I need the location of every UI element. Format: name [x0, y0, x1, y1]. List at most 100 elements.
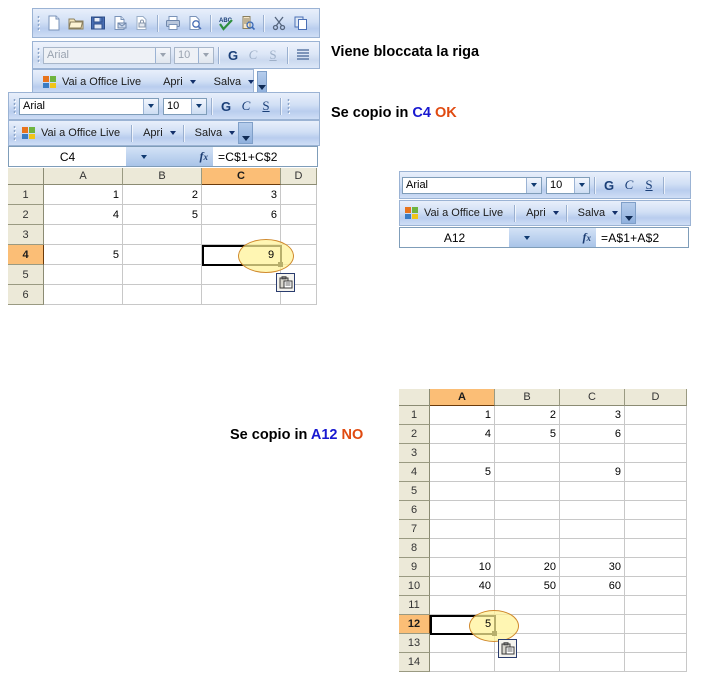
new-document-icon[interactable] [43, 13, 65, 34]
font-name-combo[interactable]: Arial [19, 97, 159, 115]
paste-options-clipboard-icon[interactable] [498, 639, 517, 658]
open-menu-button-right[interactable]: Apri [519, 206, 562, 220]
cell-c1[interactable]: 3 [202, 185, 281, 205]
bold-button[interactable]: G [216, 97, 236, 116]
cell-a2[interactable]: 4 [430, 425, 495, 444]
column-header-d[interactable]: D [625, 389, 687, 406]
chevron-down-icon[interactable] [526, 177, 541, 193]
toolbar-grip[interactable] [13, 98, 16, 114]
cell-b6[interactable] [495, 501, 560, 520]
cell-c7[interactable] [560, 520, 625, 539]
cell-d2[interactable] [281, 205, 317, 225]
cell-d1[interactable] [625, 406, 687, 425]
save-disk-icon[interactable] [87, 13, 109, 34]
cell-b7[interactable] [495, 520, 560, 539]
font-size-combo[interactable]: 10 [163, 97, 207, 115]
cell-a6[interactable] [44, 285, 123, 305]
research-icon[interactable] [237, 13, 259, 34]
cell-b1[interactable]: 2 [123, 185, 202, 205]
name-box-dropdown-icon[interactable] [126, 146, 162, 167]
cell-b2[interactable]: 5 [495, 425, 560, 444]
cell-b4[interactable] [495, 463, 560, 482]
font-name-combo-right[interactable]: Arial [402, 176, 542, 194]
formula-input-right[interactable]: =A$1+A$2 [596, 227, 689, 248]
font-size-combo-right[interactable]: 10 [546, 176, 590, 194]
row-header-4[interactable]: 4 [8, 245, 44, 265]
email-icon[interactable] [109, 13, 131, 34]
cell-a13[interactable] [430, 634, 495, 653]
cell-b5[interactable] [123, 265, 202, 285]
cell-b4[interactable] [123, 245, 202, 265]
cell-a2[interactable]: 4 [44, 205, 123, 225]
insert-function-icon[interactable]: fx [162, 146, 213, 167]
save-menu-button-right[interactable]: Salva [571, 206, 622, 220]
cell-c1[interactable]: 3 [560, 406, 625, 425]
cell-b10[interactable]: 50 [495, 577, 560, 596]
toolbar-grip[interactable] [13, 125, 16, 141]
row-header-4[interactable]: 4 [399, 463, 430, 482]
select-all-corner[interactable] [399, 389, 430, 406]
row-header-12[interactable]: 12 [399, 615, 430, 634]
formula-input-left[interactable]: =C$1+C$2 [213, 146, 318, 167]
underline-button-right[interactable]: S [639, 176, 659, 195]
cell-a3[interactable] [44, 225, 123, 245]
select-all-corner[interactable] [8, 168, 44, 185]
row-header-3[interactable]: 3 [8, 225, 44, 245]
cell-b12[interactable] [495, 615, 560, 634]
paste-options-clipboard-icon[interactable] [276, 273, 295, 292]
row-header-5[interactable]: 5 [8, 265, 44, 285]
cell-b11[interactable] [495, 596, 560, 615]
toolbar-grip[interactable] [37, 47, 40, 63]
cell-a4[interactable]: 5 [430, 463, 495, 482]
cell-c2[interactable]: 6 [560, 425, 625, 444]
cell-a8[interactable] [430, 539, 495, 558]
italic-button-right[interactable]: C [619, 176, 639, 195]
cell-d9[interactable] [625, 558, 687, 577]
cell-d7[interactable] [625, 520, 687, 539]
cell-c3[interactable] [202, 225, 281, 245]
cell-b9[interactable]: 20 [495, 558, 560, 577]
toolbar-grip[interactable] [37, 15, 40, 31]
cell-d3[interactable] [625, 444, 687, 463]
go-to-office-live-button-right[interactable]: Vai a Office Live [402, 205, 510, 221]
cell-a11[interactable] [430, 596, 495, 615]
cell-a5[interactable] [430, 482, 495, 501]
column-header-a[interactable]: A [430, 389, 495, 406]
cell-d3[interactable] [281, 225, 317, 245]
cell-c13[interactable] [560, 634, 625, 653]
cell-b2[interactable]: 5 [123, 205, 202, 225]
cell-c5[interactable] [560, 482, 625, 501]
cut-scissors-icon[interactable] [268, 13, 290, 34]
cell-c5[interactable] [202, 265, 281, 285]
cell-c6[interactable] [560, 501, 625, 520]
row-header-2[interactable]: 2 [399, 425, 430, 444]
cell-d8[interactable] [625, 539, 687, 558]
cell-c4[interactable]: 9 [560, 463, 625, 482]
cell-d1[interactable] [281, 185, 317, 205]
spellcheck-icon[interactable]: ABC [215, 13, 237, 34]
cell-b6[interactable] [123, 285, 202, 305]
chevron-down-icon[interactable] [191, 98, 206, 114]
save-menu-button[interactable]: Salva [207, 75, 258, 89]
row-header-2[interactable]: 2 [8, 205, 44, 225]
cell-d2[interactable] [625, 425, 687, 444]
cell-d10[interactable] [625, 577, 687, 596]
row-header-11[interactable]: 11 [399, 596, 430, 615]
open-folder-icon[interactable] [65, 13, 87, 34]
cell-d4[interactable] [281, 245, 317, 265]
cell-c14[interactable] [560, 653, 625, 672]
toolbar-overflow-button[interactable] [238, 122, 254, 144]
cell-a5[interactable] [44, 265, 123, 285]
cell-c8[interactable] [560, 539, 625, 558]
copy-icon[interactable] [290, 13, 312, 34]
cell-d12[interactable] [625, 615, 687, 634]
cell-a4[interactable]: 5 [44, 245, 123, 265]
cell-a14[interactable] [430, 653, 495, 672]
cell-a6[interactable] [430, 501, 495, 520]
column-header-b[interactable]: B [123, 168, 202, 185]
open-menu-button[interactable]: Apri [136, 126, 179, 140]
row-header-3[interactable]: 3 [399, 444, 430, 463]
cell-d13[interactable] [625, 634, 687, 653]
name-box-right[interactable]: A12 [399, 227, 509, 248]
cell-b5[interactable] [495, 482, 560, 501]
